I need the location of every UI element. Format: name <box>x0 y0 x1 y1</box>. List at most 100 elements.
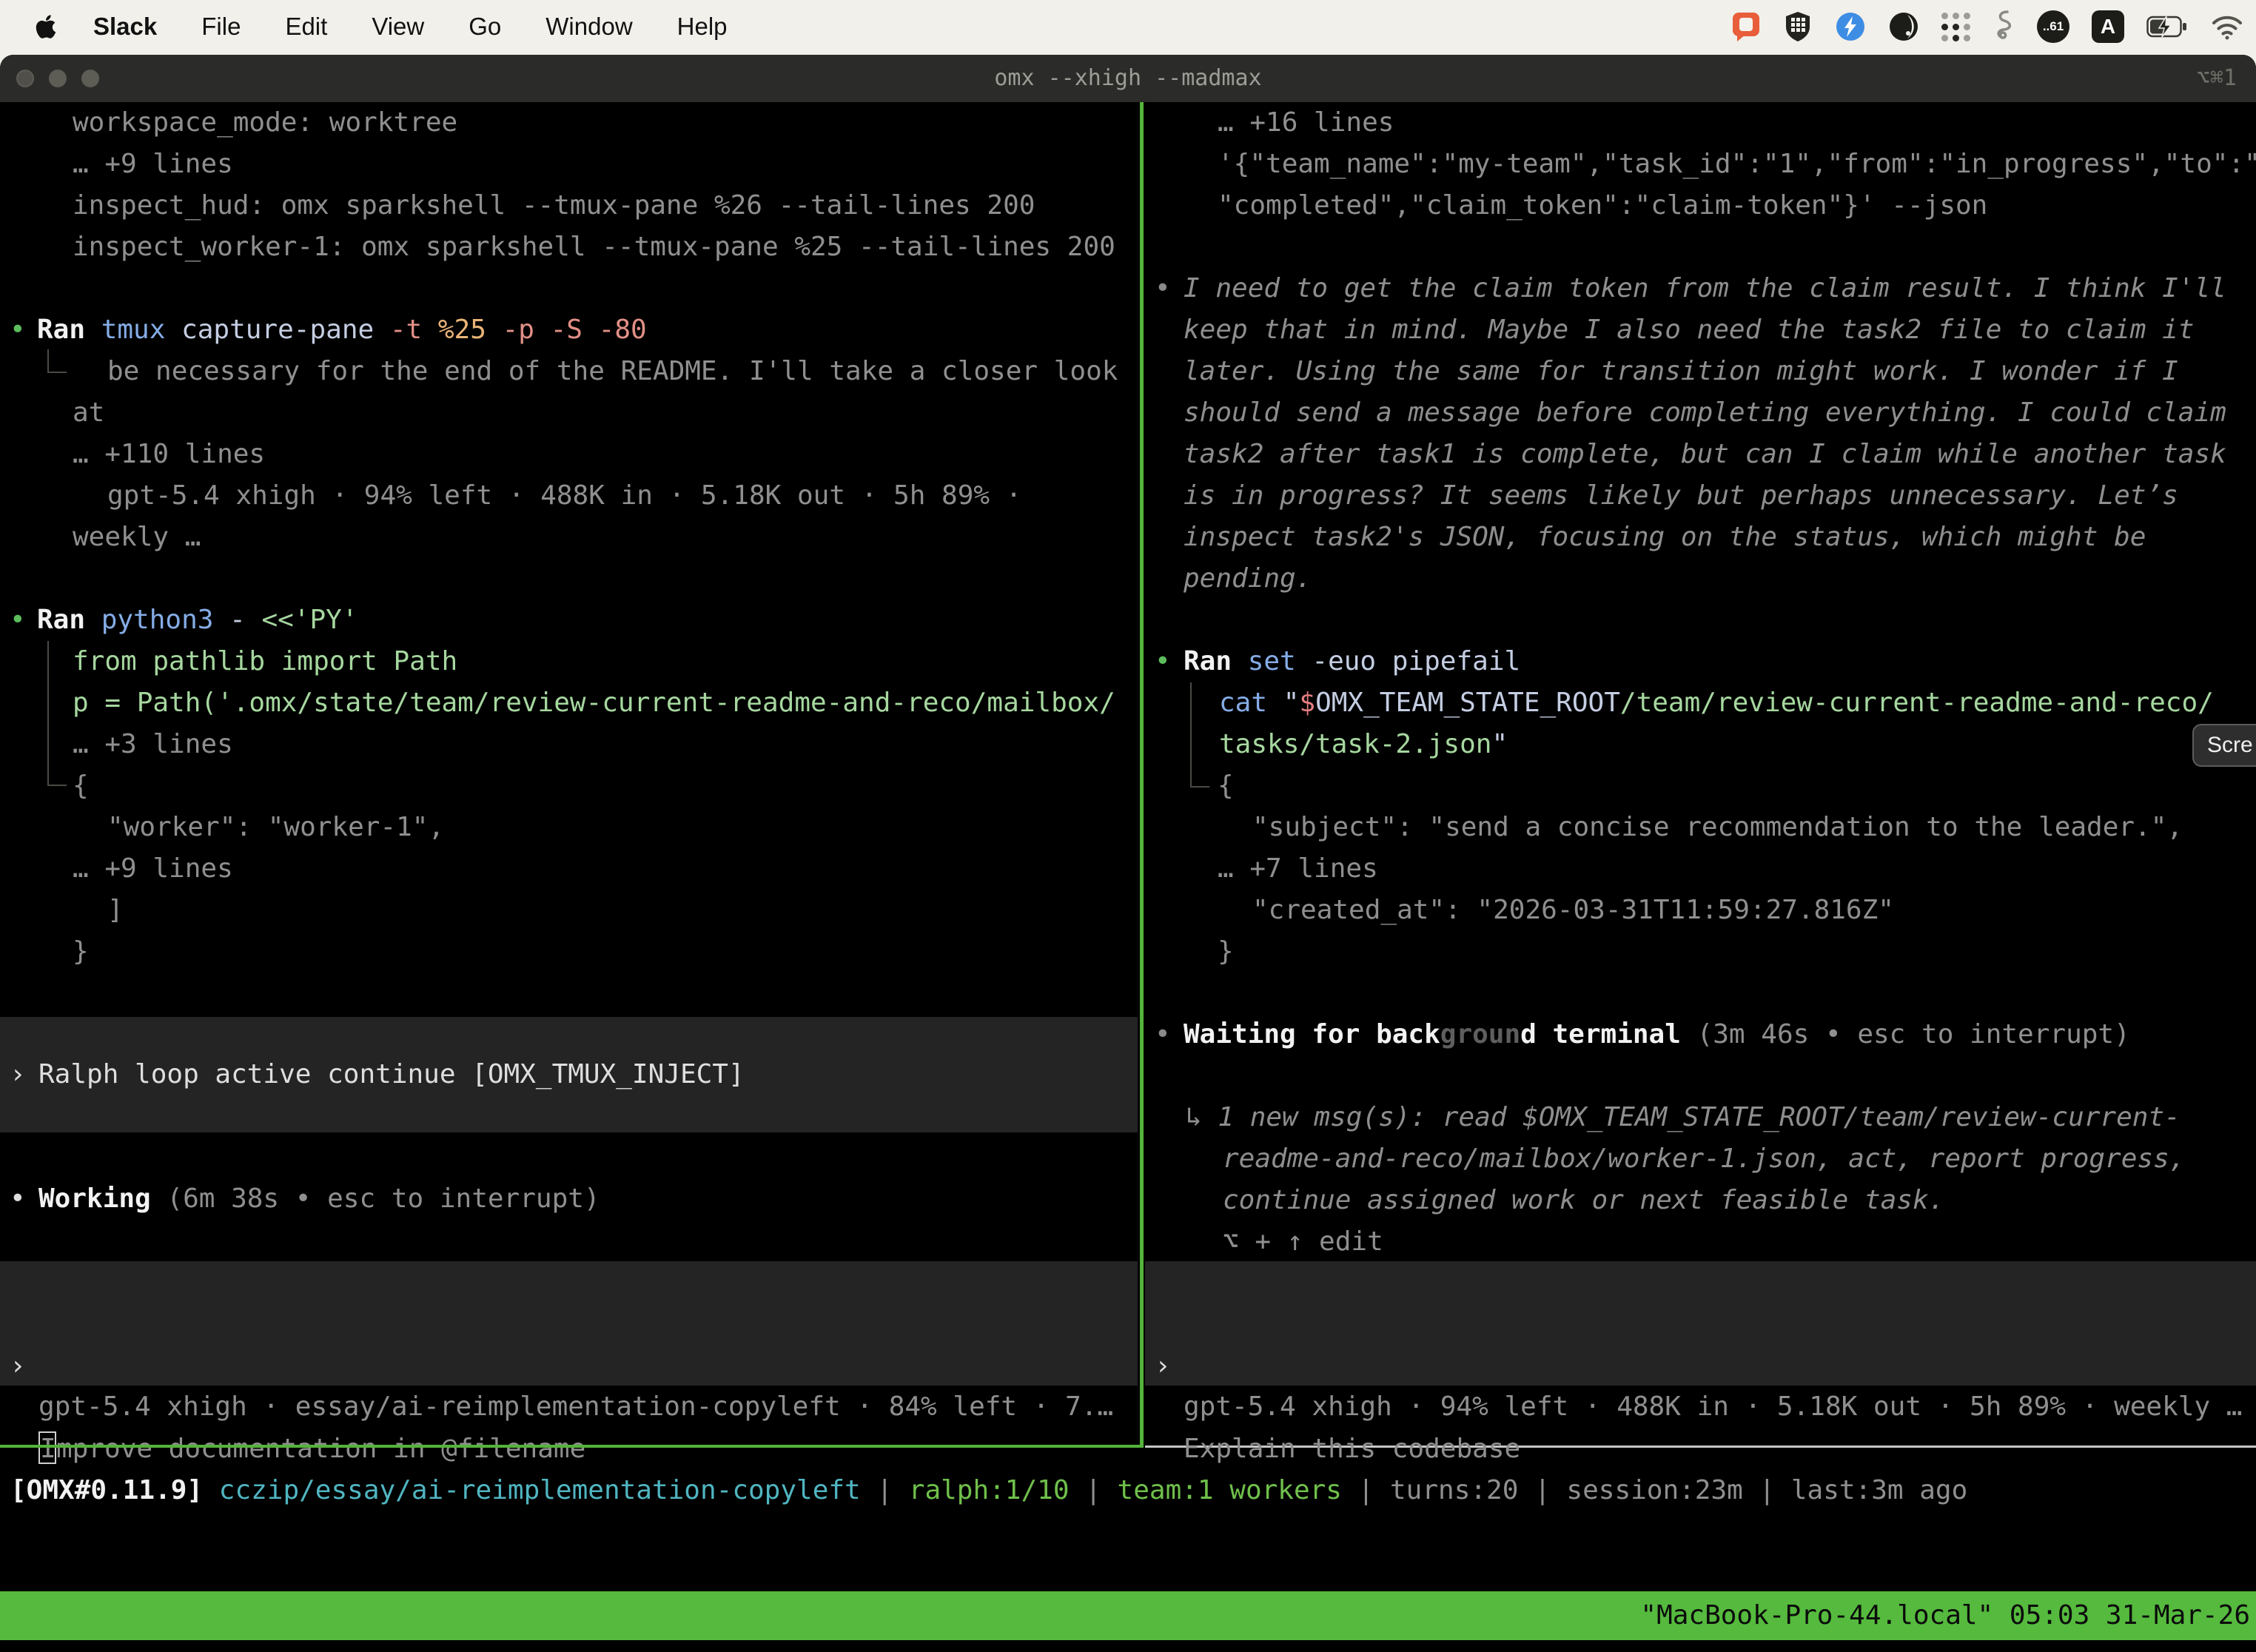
terminal-line: is in progress? It seems likely but perh… <box>1145 475 2256 517</box>
code-block-connector-right <box>1190 682 1209 788</box>
terminal-line <box>1145 600 2256 641</box>
menu-item-help[interactable]: Help <box>655 13 750 41</box>
terminal-line <box>1145 973 2256 1014</box>
terminal-line: ›Ralph loop active continue [OMX_TMUX_IN… <box>0 1054 1138 1095</box>
terminal-line: … +110 lines <box>0 434 1138 475</box>
terminal-line: "created_at": "2026-03-31T11:59:27.816Z" <box>1145 890 2256 931</box>
terminal-line: keep that in mind. Maybe I also need the… <box>1145 309 2256 351</box>
pane-divider[interactable] <box>1140 102 1144 1447</box>
apple-icon <box>35 13 57 40</box>
ralph-loop-band: ›Ralph loop active continue [OMX_TMUX_IN… <box>0 1017 1138 1132</box>
window-titlebar[interactable]: omx --xhigh --madmax ⌥⌘1 <box>0 55 2256 102</box>
terminal-window: omx --xhigh --madmax ⌥⌘1 workspace_mode:… <box>0 55 2256 1652</box>
menu-items: SlackFileEditViewGoWindowHelp <box>71 13 750 41</box>
terminal-line: "completed","claim_token":"claim-token"}… <box>1145 185 2256 226</box>
window-title: omx --xhigh --madmax <box>0 55 2256 102</box>
menu-item-edit[interactable]: Edit <box>263 13 349 41</box>
terminal-line: readme-and-reco/mailbox/worker-1.json, a… <box>1145 1138 2256 1180</box>
active-pane-border <box>0 1445 1144 1448</box>
terminal-line: inspect_worker-1: omx sparkshell --tmux-… <box>0 226 1138 268</box>
terminal-line: •Working (6m 38s • esc to interrupt) <box>0 1178 1138 1220</box>
terminal-line: tasks/task-2.json" <box>1145 724 2256 765</box>
text-cursor: I <box>38 1431 56 1464</box>
terminal-line: •Ran set -euo pipefail <box>1145 641 2256 682</box>
bullet-icon: • <box>1155 1014 1171 1055</box>
terminal-line: } <box>0 931 1138 973</box>
terminal-line: gpt-5.4 xhigh · 94% left · 488K in · 5.1… <box>0 475 1138 517</box>
left-input-placeholder: Improve documentation in @filename <box>0 1428 1138 1470</box>
prompt-chevron-icon: › <box>1155 1346 1171 1387</box>
terminal-line: gpt-5.4 xhigh · essay/ai-reimplementatio… <box>0 1386 1138 1428</box>
terminal-line: ↳ 1 new msg(s): read $OMX_TEAM_STATE_ROO… <box>1145 1097 2256 1138</box>
menu-bar: SlackFileEditViewGoWindowHelp .. <box>0 0 2256 53</box>
tmux-host-clock: "MacBook-Pro-44.local" 05:03 31-Mar-26 <box>1640 1591 2250 1640</box>
terminal-line: inspect task2's JSON, focusing on the st… <box>1145 517 2256 558</box>
terminal-line: … +9 lines <box>0 848 1138 890</box>
terminal-line: … +9 lines <box>0 144 1138 185</box>
terminal-line: later. Using the same for transition mig… <box>1145 351 2256 392</box>
menu-item-window[interactable]: Window <box>523 13 654 41</box>
dots-grid-icon[interactable] <box>1941 13 1970 41</box>
terminal-content[interactable]: workspace_mode: worktree… +9 linesinspec… <box>0 102 2256 1652</box>
terminal-line: workspace_mode: worktree <box>0 102 1138 144</box>
terminal-line: weekly … <box>0 517 1138 558</box>
terminal-line: "subject": "send a concise recommendatio… <box>1145 807 2256 848</box>
menu-item-go[interactable]: Go <box>446 13 523 41</box>
terminal-line <box>0 558 1138 600</box>
menu-item-file[interactable]: File <box>179 13 263 41</box>
terminal-line <box>1145 226 2256 268</box>
terminal-line: cat "$OMX_TEAM_STATE_ROOT/team/review-cu… <box>1145 682 2256 724</box>
terminal-line: continue assigned work or next feasible … <box>1145 1180 2256 1221</box>
code-block-connector <box>47 641 67 786</box>
left-pane-scrollback[interactable]: workspace_mode: worktree… +9 linesinspec… <box>0 102 1138 973</box>
battery-charging-icon[interactable] <box>2146 16 2188 38</box>
terminal-line: p = Path('.omx/state/team/review-current… <box>0 682 1138 724</box>
right-pane-scrollback[interactable]: … +16 lines'{"team_name":"my-team","task… <box>1145 102 2256 1263</box>
output-connector <box>47 349 67 373</box>
terminal-line: •Ran tmux capture-pane -t %25 -p -S -80 <box>0 309 1138 351</box>
bullet-icon: • <box>10 600 26 641</box>
terminal-line: be necessary for the end of the README. … <box>0 351 1138 392</box>
menu-status-icons: ..61 A <box>1731 0 2244 53</box>
right-prompt-input[interactable]: › Explain this codebase <box>1145 1261 2256 1386</box>
bullet-icon: • <box>10 1178 26 1220</box>
terminal-line: should send a message before completing … <box>1145 392 2256 434</box>
terminal-line: '{"team_name":"my-team","task_id":"1","f… <box>1145 144 2256 185</box>
bullet-icon: • <box>1155 641 1171 682</box>
terminal-line: { <box>0 765 1138 807</box>
squiggle-icon[interactable] <box>1993 10 2015 44</box>
omx-session-status: [OMX#0.11.9] cczip/essay/ai-reimplementa… <box>0 1470 2256 1511</box>
working-status-line: •Working (6m 38s • esc to interrupt) <box>0 1178 1138 1220</box>
menu-item-slack[interactable]: Slack <box>71 13 179 41</box>
percent-badge[interactable]: ..61 <box>2037 10 2069 43</box>
letter-badge[interactable]: A <box>2092 10 2124 43</box>
terminal-line <box>1145 1055 2256 1097</box>
left-pane-statusline: gpt-5.4 xhigh · essay/ai-reimplementatio… <box>0 1386 1138 1428</box>
terminal-line: "worker": "worker-1", <box>0 807 1138 848</box>
terminal-line: pending. <box>1145 558 2256 600</box>
right-pane-statusline: gpt-5.4 xhigh · 94% left · 488K in · 5.1… <box>1145 1386 2256 1428</box>
terminal-line: [OMX#0.11.9] cczip/essay/ai-reimplementa… <box>0 1470 2256 1511</box>
bolt-circle-icon[interactable] <box>1835 11 1866 42</box>
chat-badge-icon[interactable] <box>1731 11 1761 42</box>
right-input-placeholder: Explain this codebase <box>1145 1428 2256 1470</box>
apple-menu[interactable] <box>31 13 61 40</box>
terminal-line: from pathlib import Path <box>0 641 1138 682</box>
terminal-line: •Waiting for background terminal (3m 46s… <box>1145 1014 2256 1055</box>
terminal-line: gpt-5.4 xhigh · 94% left · 488K in · 5.1… <box>1145 1386 2256 1428</box>
terminal-line: } <box>1145 931 2256 973</box>
terminal-line: { <box>1145 765 2256 807</box>
prompt-chevron-icon: › <box>10 1054 26 1095</box>
menu-item-view[interactable]: View <box>349 13 446 41</box>
terminal-line <box>0 268 1138 309</box>
shield-grid-icon[interactable] <box>1783 10 1813 43</box>
terminal-line: … +3 lines <box>0 724 1138 765</box>
terminal-line: … +7 lines <box>1145 848 2256 890</box>
moon-circle-icon[interactable] <box>1888 11 1919 42</box>
left-prompt-input[interactable]: › Improve documentation in @filename <box>0 1261 1138 1386</box>
terminal-line: task2 after task1 is complete, but can I… <box>1145 434 2256 475</box>
tmux-session-name: [omx-cczip0:bash* <box>128 1649 406 1652</box>
terminal-line: … +16 lines <box>1145 102 2256 144</box>
tmux-status-bar[interactable]: [omx-cczip0:bash* "MacBook-Pro-44.local"… <box>0 1591 2256 1640</box>
wifi-icon[interactable] <box>2210 13 2244 41</box>
